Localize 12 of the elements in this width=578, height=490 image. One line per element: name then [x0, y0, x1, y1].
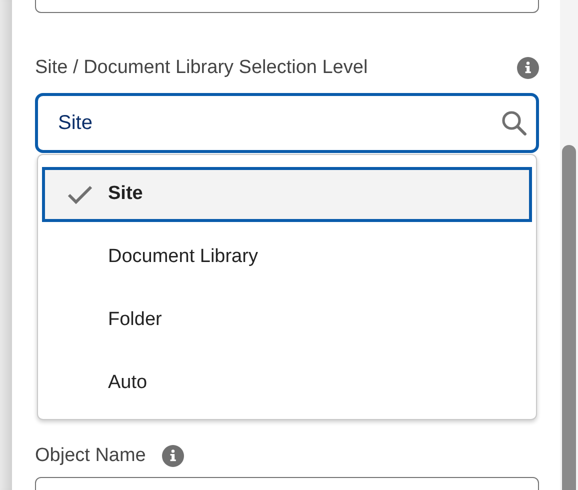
dropdown-option[interactable]: Auto [42, 356, 532, 411]
dropdown-option[interactable]: Document Library [42, 230, 532, 285]
field-label: Site / Document Library Selection Level [35, 56, 368, 80]
checkmark-icon [67, 184, 93, 204]
info-icon[interactable] [517, 57, 539, 79]
search-field[interactable]: Site [35, 93, 539, 153]
field-label: Object Name [35, 444, 146, 468]
dropdown-option[interactable]: Folder [42, 293, 532, 348]
search-icon[interactable] [501, 110, 527, 136]
scrollbar-thumb[interactable] [562, 145, 576, 490]
info-icon[interactable] [162, 445, 184, 468]
dropdown-option[interactable]: Site [42, 167, 532, 222]
